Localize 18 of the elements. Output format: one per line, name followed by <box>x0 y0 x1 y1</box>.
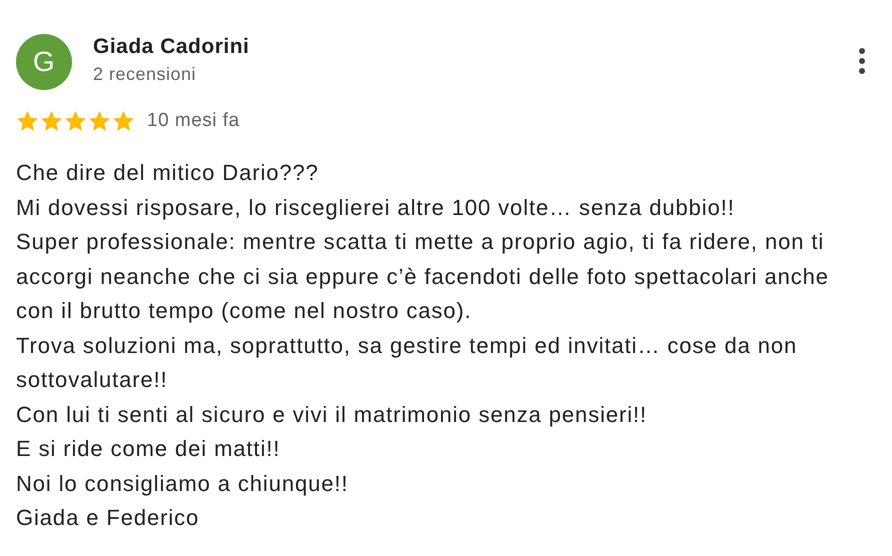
author-name: Giada Cadorini <box>93 35 250 59</box>
more-options-icon[interactable] <box>856 46 868 76</box>
avatar: G <box>16 34 72 90</box>
review-text: Giada e Federico <box>16 504 200 532</box>
star-icon <box>40 110 63 132</box>
review-time: 10 mesi fa <box>147 110 240 132</box>
star-icon <box>88 110 111 132</box>
review-text: Con lui ti senti al sicuro e vivi il matrimonio senza pensieri!! <box>16 400 648 429</box>
star-icon <box>64 110 87 132</box>
review-count: 2 recensioni <box>93 64 196 85</box>
review-text: Super professionale: mentre scatta ti mette a proprio agio, ti fa ridere, non ti accorgi neanche che ci sia eppure c’è facendoti delle foto spettacolari anche con il brutto tempo (come nel nostro caso). <box>16 228 830 325</box>
review-text: Mi dovessi risposare, lo risceglierei altre 100 volte… senza dubbio!! <box>16 194 736 222</box>
review-text: E si ride come dei matti!! <box>16 435 282 463</box>
star-icon <box>16 110 39 132</box>
review-text: Noi lo consigliamo a chiunque!! <box>16 470 350 498</box>
review-text: Trova soluzioni ma, soprattutto, sa gestire tempi ed invitati… cose da non sottovalutare!! <box>16 332 798 394</box>
review-text: Che dire del mitico Dario??? <box>16 159 320 187</box>
star-icon <box>112 110 135 132</box>
